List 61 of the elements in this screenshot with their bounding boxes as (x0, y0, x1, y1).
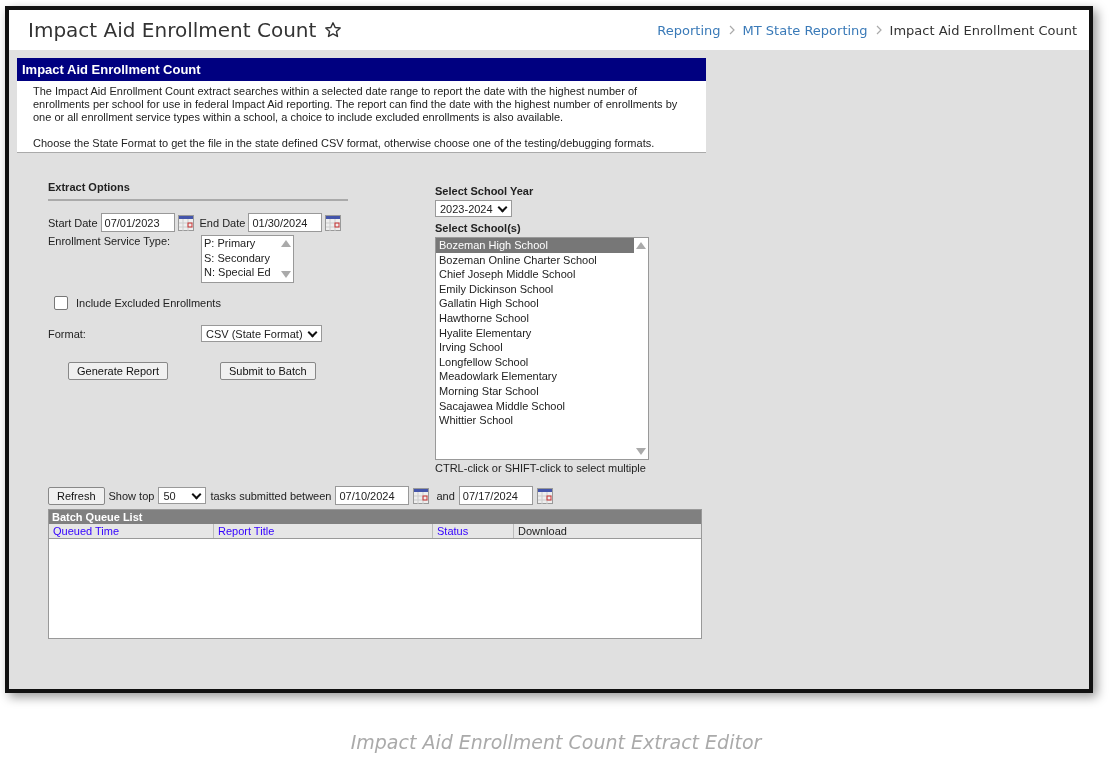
school-option[interactable]: Meadowlark Elementary (436, 369, 634, 384)
service-type-list[interactable]: P: Primary S: Secondary N: Special Ed (201, 235, 294, 283)
format-select[interactable]: CSV (State Format) (201, 325, 322, 342)
between-label: tasks submitted between (210, 489, 332, 502)
column-header[interactable]: Queued Time (49, 524, 214, 538)
show-top-label: Show top (108, 489, 155, 502)
from-date-field[interactable]: 07/10/2024 (335, 486, 410, 505)
start-date-label: Start Date (48, 216, 98, 229)
school-option[interactable]: Chief Joseph Middle School (436, 267, 634, 282)
school-option[interactable]: Bozeman High School (436, 238, 634, 253)
school-option[interactable]: Bozeman Online Charter School (436, 252, 634, 268)
hint-text: CTRL-click or SHIFT-click to select multiple (435, 462, 646, 474)
checkbox[interactable] (54, 296, 68, 310)
panel-title: Impact Aid Enrollment Count (17, 58, 706, 81)
star-icon[interactable] (324, 21, 343, 39)
end-date-label: End Date (199, 216, 246, 229)
breadcrumb-link[interactable]: Reporting (657, 22, 721, 38)
description-text: The Impact Aid Enrollment Count extract searches within a selected date range to report the date with the highest number of enrollments per school for use in federal Impact Aid reporting. The report can find the date with the highest number of enrollments by one or all enrollment service types within a school, a choice to include excluded enrollments is also available. (33, 85, 679, 124)
column-header[interactable]: Report Title (214, 524, 433, 538)
calendar-icon[interactable] (177, 214, 194, 231)
school-year-label: Select School Year (435, 185, 534, 197)
format-note: Choose the State Format to get the file in the state defined CSV format, otherwise choose one of the testing/debugging formats. (33, 137, 656, 150)
generate-report-button[interactable]: Generate Report (68, 362, 168, 380)
school-option[interactable]: Emily Dickinson School (436, 281, 634, 297)
end-date-field[interactable]: 01/30/2024 (248, 213, 323, 232)
checkbox-label: Include Excluded Enrollments (76, 297, 221, 309)
section-heading: Extract Options (48, 181, 348, 201)
caption-text: Impact Aid Enrollment Count Extract Editor (349, 731, 764, 753)
start-date-field[interactable]: 07/01/2023 (100, 213, 175, 232)
school-option[interactable]: Sacajawea Middle School (436, 398, 634, 414)
format-label: Format: (48, 327, 87, 340)
school-year-select[interactable]: 2023-2024 (435, 200, 512, 217)
school-option[interactable]: Gallatin High School (436, 296, 634, 311)
chevron-icon (728, 25, 735, 35)
school-option[interactable]: Whittier School (436, 413, 634, 428)
schools-label: Select School(s) (435, 222, 521, 234)
column-header: Download (517, 524, 568, 538)
breadcrumb-link[interactable]: MT State Reporting (742, 22, 868, 38)
refresh-button[interactable]: Refresh (48, 486, 105, 505)
school-option[interactable]: Hawthorne School (436, 310, 634, 326)
school-option[interactable]: Irving School (436, 340, 634, 355)
list-option[interactable]: P: Primary (202, 236, 279, 251)
chevron-icon (875, 25, 882, 35)
school-list[interactable] (435, 237, 649, 460)
calendar-icon[interactable] (325, 214, 342, 231)
service-type-label: Enrollment Service Type: (48, 235, 172, 247)
school-option[interactable]: Morning Star School (436, 383, 634, 399)
count-select[interactable]: 50 (158, 487, 207, 504)
calendar-icon[interactable] (536, 487, 553, 504)
school-option[interactable]: Longfellow School (436, 354, 634, 370)
and-label: and (436, 489, 455, 502)
page-title: Impact Aid Enrollment Count (28, 18, 317, 42)
submit-batch-button[interactable]: Submit to Batch (219, 362, 316, 380)
to-date-field[interactable]: 07/17/2024 (458, 486, 533, 505)
school-option[interactable]: Hyalite Elementary (436, 325, 634, 341)
list-option[interactable]: S: Secondary (202, 250, 279, 266)
column-header[interactable]: Status (433, 524, 514, 538)
list-option[interactable]: N: Special Ed (202, 265, 279, 280)
breadcrumb-current: Impact Aid Enrollment Count (889, 22, 1077, 38)
table-title: Batch Queue List (49, 510, 701, 524)
calendar-icon[interactable] (413, 487, 430, 504)
